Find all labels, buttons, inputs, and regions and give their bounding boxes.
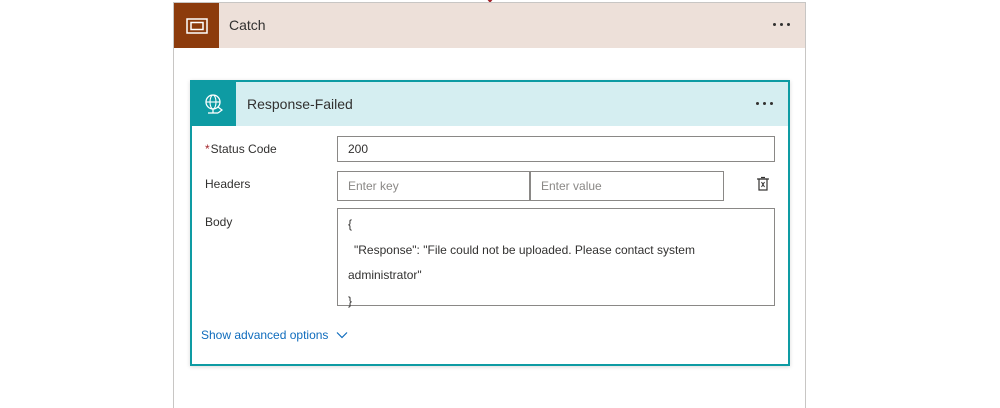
required-mark: * bbox=[205, 142, 210, 156]
more-options-icon[interactable] bbox=[756, 102, 773, 105]
show-advanced-options-link[interactable]: Show advanced options bbox=[201, 328, 348, 342]
chevron-down-icon bbox=[337, 332, 348, 339]
scope-icon bbox=[174, 3, 219, 48]
body-line: { bbox=[348, 217, 353, 231]
body-line: administrator" bbox=[348, 268, 422, 282]
catch-scope-header[interactable]: Catch bbox=[174, 3, 805, 48]
catch-scope-title: Catch bbox=[229, 17, 266, 33]
response-action-header[interactable]: Response-Failed bbox=[192, 82, 788, 126]
status-code-label: *Status Code bbox=[205, 142, 277, 156]
response-action-card: Response-Failed *Status Code 200 Headers… bbox=[190, 80, 790, 366]
status-code-input[interactable]: 200 bbox=[337, 136, 775, 162]
body-line: } bbox=[348, 293, 353, 308]
body-label: Body bbox=[205, 215, 233, 229]
header-value-input[interactable]: Enter value bbox=[530, 171, 724, 201]
globe-response-icon bbox=[192, 82, 236, 126]
body-input[interactable]: { "Response": "File could not be uploade… bbox=[337, 208, 775, 308]
designer-canvas: Catch Response-Failed *Status Code 200 H… bbox=[0, 0, 1000, 408]
headers-label: Headers bbox=[205, 177, 251, 191]
header-key-input[interactable]: Enter key bbox=[337, 171, 530, 201]
delete-header-icon[interactable] bbox=[755, 176, 771, 192]
body-line: "Response": "File could not be uploaded.… bbox=[354, 242, 695, 257]
response-action-title: Response-Failed bbox=[247, 96, 353, 112]
more-options-icon[interactable] bbox=[773, 23, 790, 26]
